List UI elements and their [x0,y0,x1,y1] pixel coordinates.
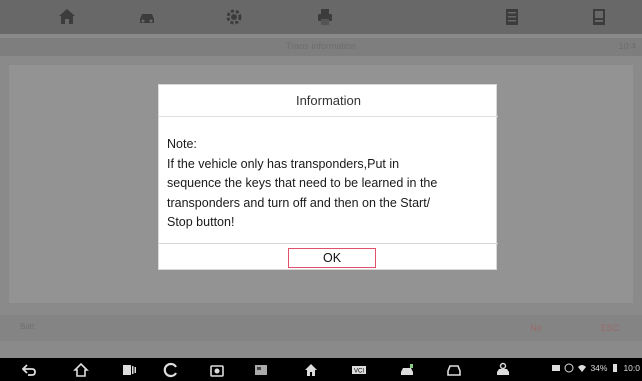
system-navigation-bar: VCI 34% 10:0 [0,358,642,381]
dialog-line: Note: [167,137,197,151]
dialog-line: transponders and turn off and then on th… [167,195,431,210]
ok-button[interactable]: OK [288,248,376,268]
dialog-divider [159,243,498,244]
page-indicator: 10:4 [618,41,636,51]
top-toolbar [0,0,642,34]
car-service-icon[interactable] [398,361,416,378]
status-area: 34% 10:0 [551,363,640,373]
battery-label: Batt [20,322,35,331]
battery-icon [613,364,618,372]
home-icon[interactable] [55,5,79,29]
camera-icon[interactable] [208,361,226,378]
android-home-icon[interactable] [72,361,90,378]
recent-apps-icon[interactable] [120,361,138,378]
clock-icon [564,363,574,373]
clock-time: 10:0 [623,363,640,373]
dialog-title: Information [159,85,498,117]
dialog-line: sequence the keys that need to be learne… [167,176,438,190]
no-button[interactable]: No [516,320,556,336]
refresh-icon[interactable] [162,361,180,378]
battery-percent: 34% [590,363,608,373]
settings-car-icon[interactable] [494,361,512,378]
exit-icon[interactable] [587,5,611,29]
dialog-line: If the vehicle only has transponders,Put… [167,156,400,171]
wifi-icon [578,365,587,372]
car-icon[interactable] [135,5,159,29]
information-dialog: Information Note: If the vehicle only ha… [158,84,498,270]
print-icon[interactable] [313,5,337,29]
settings-gear-icon[interactable] [222,5,246,29]
car-front-icon[interactable] [445,361,463,378]
vci-icon[interactable]: VCI [350,361,368,378]
dialog-line: Stop button! [167,215,235,229]
esc-button[interactable]: ESC [590,320,630,336]
svg-text:VCI: VCI [354,368,364,374]
message-icon [552,365,561,371]
screenshot-icon[interactable] [252,361,270,378]
function-bar: Batt No ESC [0,315,642,341]
data-list-icon[interactable] [500,5,524,29]
maxisys-home-icon[interactable] [302,361,320,378]
dialog-message: Note: If the vehicle only has transponde… [167,135,492,233]
screen-title: Trans information [286,41,356,51]
back-icon[interactable] [20,361,38,378]
screen-title-bar: Trans information 10:4 [0,38,642,56]
